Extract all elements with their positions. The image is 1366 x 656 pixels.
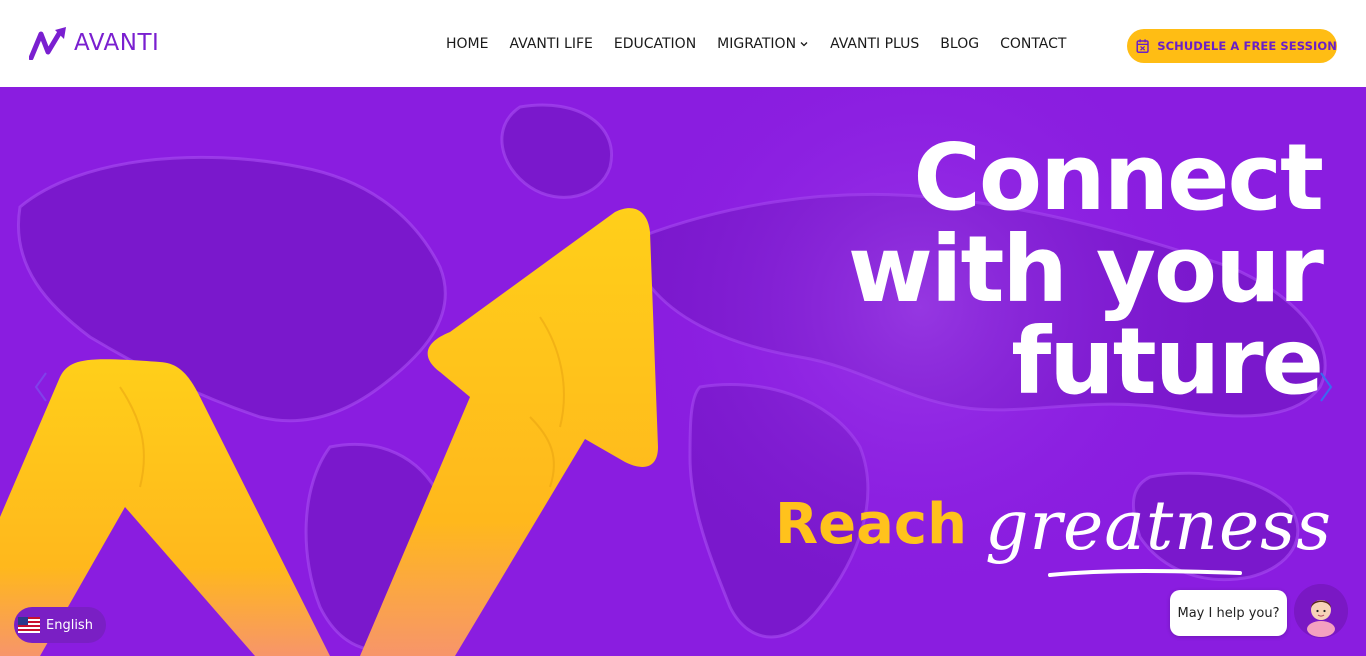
tagline-reach: Reach <box>775 492 967 557</box>
us-flag-icon <box>18 617 40 633</box>
avanti-logo[interactable]: AVANTI <box>29 26 159 60</box>
chevron-left-icon <box>34 372 47 402</box>
nav-item-avanti-life[interactable]: AVANTI LIFE <box>509 36 592 52</box>
nav-item-education[interactable]: EDUCATION <box>614 36 696 52</box>
schedule-session-button[interactable]: SCHUDELE A FREE SESSION <box>1127 29 1337 63</box>
avanti-logo-mark-icon <box>29 27 66 60</box>
nav-item-migration[interactable]: MIGRATION <box>717 36 809 52</box>
carousel-next-button[interactable] <box>1315 367 1339 407</box>
chevron-down-icon <box>800 42 808 47</box>
nav-item-avanti-plus[interactable]: AVANTI PLUS <box>830 36 919 52</box>
chat-assistant-button[interactable] <box>1294 584 1348 638</box>
site-header: AVANTI HOME AVANTI LIFE EDUCATION MIGRAT… <box>0 0 1366 87</box>
carousel-prev-button[interactable] <box>30 367 54 407</box>
chat-prompt-text: May I help you? <box>1177 605 1280 621</box>
nav-item-blog[interactable]: BLOG <box>940 36 979 52</box>
calendar-icon <box>1136 39 1149 53</box>
assistant-avatar-icon <box>1294 584 1348 638</box>
nav-item-home[interactable]: HOME <box>446 36 488 52</box>
nav-item-migration-label: MIGRATION <box>717 36 797 52</box>
hero-banner: Connect with your future Reach greatness <box>0 87 1366 656</box>
headline-line-2: with your <box>847 216 1324 323</box>
headline-line-3: future <box>1011 308 1324 415</box>
chevron-right-icon <box>1320 372 1333 402</box>
language-selector[interactable]: English <box>14 607 106 643</box>
nav-item-contact[interactable]: CONTACT <box>1000 36 1066 52</box>
hero-headline: Connect with your future <box>847 124 1324 415</box>
schedule-session-label: SCHUDELE A FREE SESSION <box>1157 39 1337 53</box>
logo-name: AVANTI <box>74 30 160 56</box>
tagline-greatness: greatness <box>985 487 1332 566</box>
headline-line-1: Connect <box>913 124 1324 231</box>
language-label: English <box>46 617 93 633</box>
chat-prompt-bubble[interactable]: May I help you? <box>1170 590 1287 636</box>
main-nav: HOME AVANTI LIFE EDUCATION MIGRATION AVA… <box>446 36 1066 52</box>
